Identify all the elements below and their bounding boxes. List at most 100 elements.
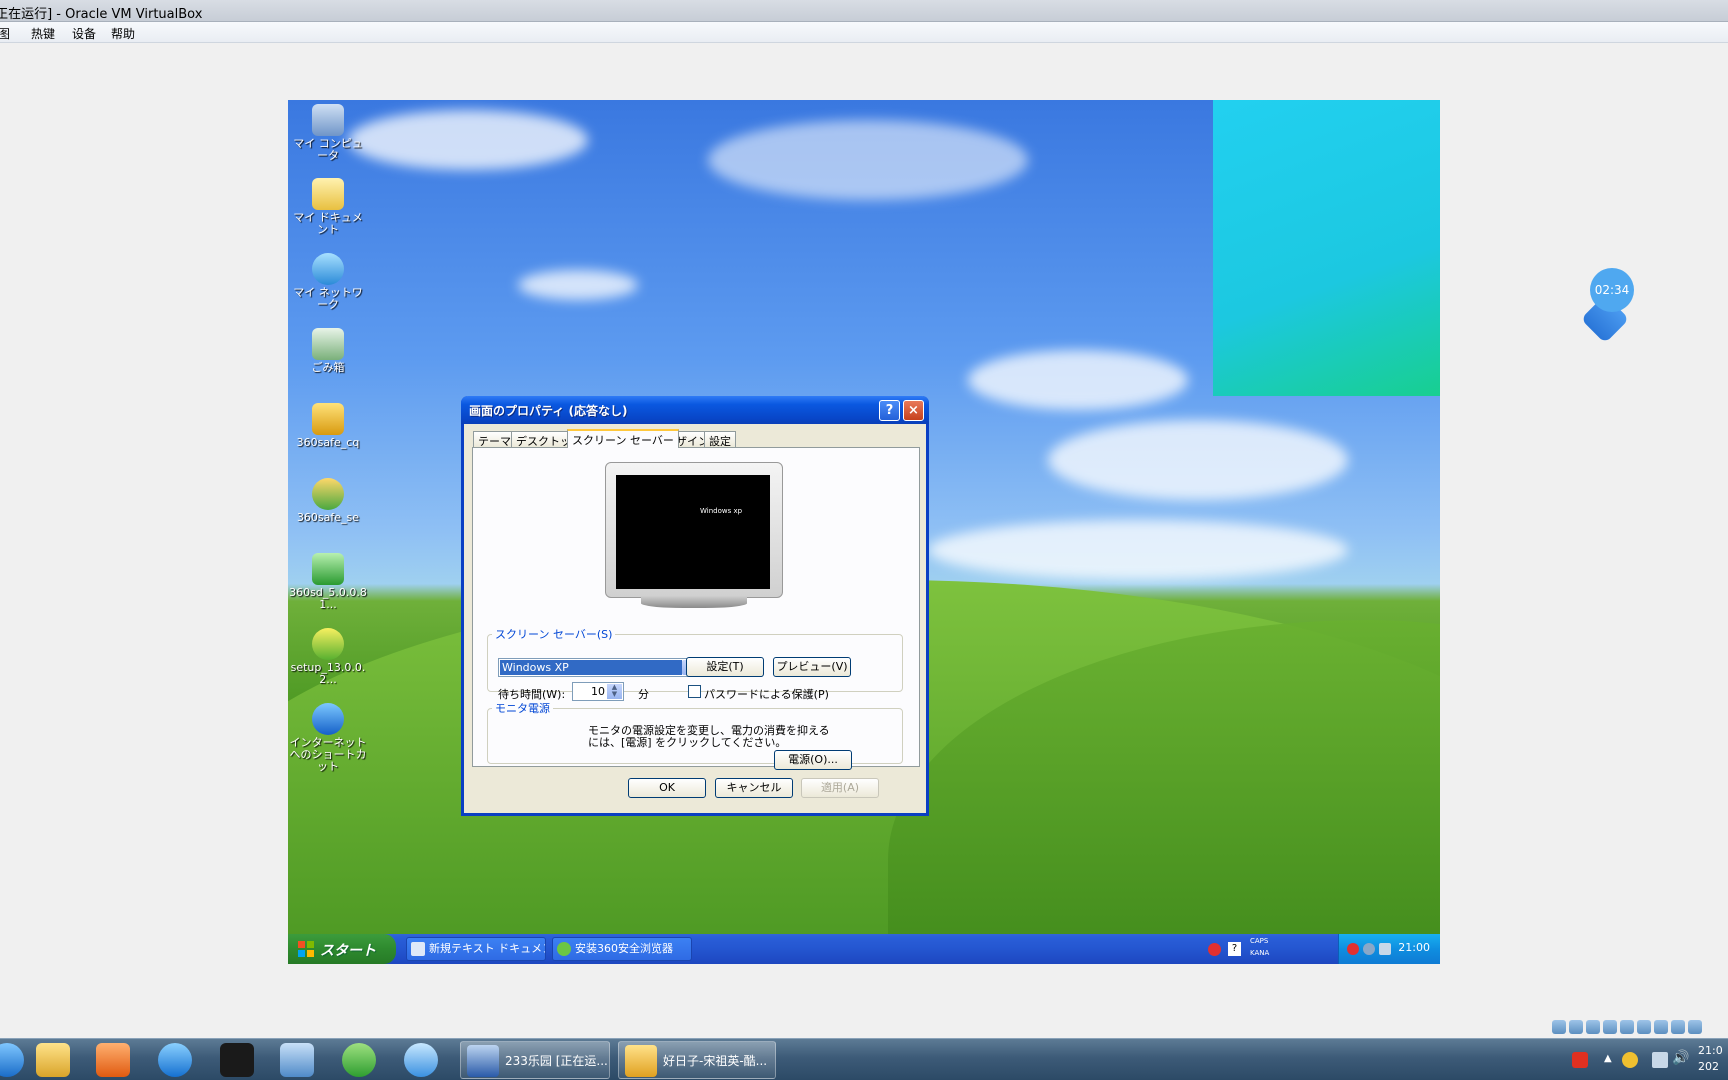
vbox-status-icons[interactable] (1552, 1020, 1728, 1036)
menu-view[interactable]: 视图 (0, 25, 10, 42)
screensaver-group-label: スクリーン セーバー(S) (495, 628, 613, 641)
360safe-cq-icon (312, 403, 344, 435)
screensaver-select[interactable]: Windows XP ▼ (498, 658, 700, 677)
wait-minutes-stepper[interactable]: 10 ▲ ▼ (572, 682, 624, 701)
host-menu-bar: 视图 热键 设备 帮助 (0, 22, 1728, 43)
windows-flag-icon (298, 941, 314, 957)
taskbar-item-360-browser[interactable]: 安装360安全浏览器 (552, 937, 692, 961)
close-button[interactable]: × (903, 400, 924, 421)
desktop-icon-my-computer[interactable]: マイ コンピュータ (288, 104, 368, 162)
recording-status-icon[interactable] (1671, 1020, 1685, 1034)
display-tray-icon[interactable] (1652, 1052, 1668, 1068)
antivirus-tray-icon[interactable] (1208, 943, 1221, 956)
monitor-frame: Windows xp (605, 462, 783, 598)
windows-logo-icon: Windows xp (700, 507, 743, 515)
tab-theme[interactable]: テーマ (473, 431, 516, 448)
host-taskbar-item-music[interactable]: 好日子-宋祖英-酷... (618, 1041, 776, 1079)
start-button[interactable]: スタート (288, 934, 396, 964)
network-status-icon[interactable] (1603, 1020, 1617, 1034)
help-tray-icon[interactable]: ? (1228, 942, 1241, 956)
guest-desktop[interactable]: マイ コンピュータ マイ ドキュメント マイ ネットワーク ごみ箱 360saf… (288, 100, 1440, 964)
desktop-icon-setup[interactable]: setup_13.0.0.2... (288, 628, 368, 686)
notepad-icon (411, 942, 425, 956)
display-status-icon[interactable] (1654, 1020, 1668, 1034)
network-tray-icon[interactable] (1622, 1052, 1638, 1068)
floating-timer-widget[interactable]: 02:34 (1578, 268, 1634, 348)
host-taskbar-item-vm[interactable]: 233乐园 [正在运... (460, 1041, 610, 1079)
screensaver-group: スクリーン セーバー(S) Windows XP ▼ 設定(T) プレビュー(V… (487, 626, 903, 701)
tab-screensaver[interactable]: スクリーン セーバー (567, 429, 679, 448)
my-network-icon (312, 253, 344, 285)
desktop-icon-my-documents[interactable]: マイ ドキュメント (288, 178, 368, 236)
overlay-panel (1213, 100, 1440, 396)
display-properties-dialog: 画面のプロパティ (応答なし) ? × テーマ デスクトップ スクリーン セーバ… (461, 396, 929, 816)
tab-settings[interactable]: 設定 (704, 431, 736, 448)
ok-button[interactable]: OK (628, 778, 706, 798)
360sd-icon (312, 553, 344, 585)
security-tray-icon[interactable] (1347, 943, 1359, 955)
internet-explorer-icon[interactable] (158, 1043, 192, 1077)
host-clock[interactable]: 21:0 202 (1698, 1043, 1728, 1075)
guest-system-tray: 21:00 (1338, 934, 1440, 964)
menu-hotkey[interactable]: 热键 (31, 25, 55, 42)
start-orb-icon[interactable] (0, 1043, 24, 1077)
guest-clock: 21:00 (1398, 941, 1430, 954)
recycle-bin-icon (312, 328, 344, 360)
timer-bubble: 02:34 (1590, 268, 1634, 312)
screensaver-selected-value: Windows XP (500, 660, 682, 675)
menu-help[interactable]: 帮助 (111, 25, 135, 42)
apply-button[interactable]: 適用(A) (801, 778, 879, 798)
spinner-arrows-icon[interactable]: ▲ ▼ (607, 684, 622, 699)
menu-devices[interactable]: 设备 (72, 25, 96, 42)
storage-status-icon[interactable] (1552, 1020, 1566, 1034)
help-button[interactable]: ? (879, 400, 900, 421)
wait-minutes-value: 10 (591, 685, 605, 698)
audio-status-icon[interactable] (1586, 1020, 1600, 1034)
shared-folder-status-icon[interactable] (1637, 1020, 1651, 1034)
qq-icon[interactable] (404, 1043, 438, 1077)
virtualbox-icon[interactable] (280, 1043, 314, 1077)
obs-icon[interactable] (220, 1043, 254, 1077)
my-computer-icon (312, 104, 344, 136)
optical-status-icon[interactable] (1569, 1020, 1583, 1034)
desktop-icon-360safe-se[interactable]: 360safe_se (288, 478, 368, 524)
monitor-power-group-label: モニタ電源 (495, 702, 550, 715)
start-label: スタート (320, 943, 376, 959)
monitor-stand (641, 596, 747, 608)
music-player-icon (625, 1045, 657, 1077)
360-browser-icon[interactable] (342, 1043, 376, 1077)
usb-status-icon[interactable] (1620, 1020, 1634, 1034)
volume-icon[interactable]: 🔊 (1672, 1050, 1689, 1066)
360safe-se-icon (312, 478, 344, 510)
cancel-button[interactable]: キャンセル (715, 778, 793, 798)
taskbar-item-text-document[interactable]: 新規テキスト ドキュメン... (406, 937, 546, 961)
desktop-icon-my-network[interactable]: マイ ネットワーク (288, 253, 368, 311)
network-tray-icon[interactable] (1363, 943, 1375, 955)
update-tray-icon[interactable] (1379, 943, 1391, 955)
my-documents-icon (312, 178, 344, 210)
xp-vm-icon (467, 1045, 499, 1077)
screensaver-panel: Windows xp スクリーン セーバー(S) Windows XP ▼ 設定… (472, 447, 920, 770)
explorer-icon[interactable] (36, 1043, 70, 1077)
sogou-ime-icon[interactable] (1572, 1052, 1588, 1068)
desktop-icon-internet-shortcut[interactable]: インターネット へのショートカット (288, 703, 368, 773)
host-taskbar: 233乐园 [正在运... 好日子-宋祖英-酷... ▲ 🔊 21:0 202 (0, 1038, 1728, 1080)
desktop-icon-360sd[interactable]: 360sd_5.0.0.81... (288, 553, 368, 611)
dialog-title-bar[interactable]: 画面のプロパティ (応答なし) ? × (461, 396, 929, 424)
host-window-title: [正在运行] - Oracle VM VirtualBox (0, 7, 203, 22)
kana-indicator: KANA (1250, 949, 1270, 957)
desktop-icon-360safe-cq[interactable]: 360safe_cq (288, 403, 368, 449)
desktop-icon-recycle-bin[interactable]: ごみ箱 (288, 328, 368, 374)
host-title-bar: [正在运行] - Oracle VM VirtualBox (0, 0, 1728, 22)
mouse-status-icon[interactable] (1688, 1020, 1702, 1034)
power-button[interactable]: 電源(O)... (774, 750, 852, 770)
setup-icon (312, 628, 344, 660)
tray-expand-icon[interactable]: ▲ (1604, 1053, 1612, 1064)
password-protect-checkbox[interactable] (688, 685, 701, 698)
monitor-power-text-2: には、[電源] をクリックしてください。 (588, 736, 787, 749)
screensaver-preview-button[interactable]: プレビュー(V) (773, 657, 851, 677)
media-player-icon[interactable] (96, 1043, 130, 1077)
screensaver-settings-button[interactable]: 設定(T) (686, 657, 764, 677)
dialog-title: 画面のプロパティ (応答なし) (469, 404, 628, 418)
monitor-power-group: モニタ電源 モニタの電源設定を変更し、電力の消費を抑える には、[電源] をクリ… (487, 700, 903, 770)
